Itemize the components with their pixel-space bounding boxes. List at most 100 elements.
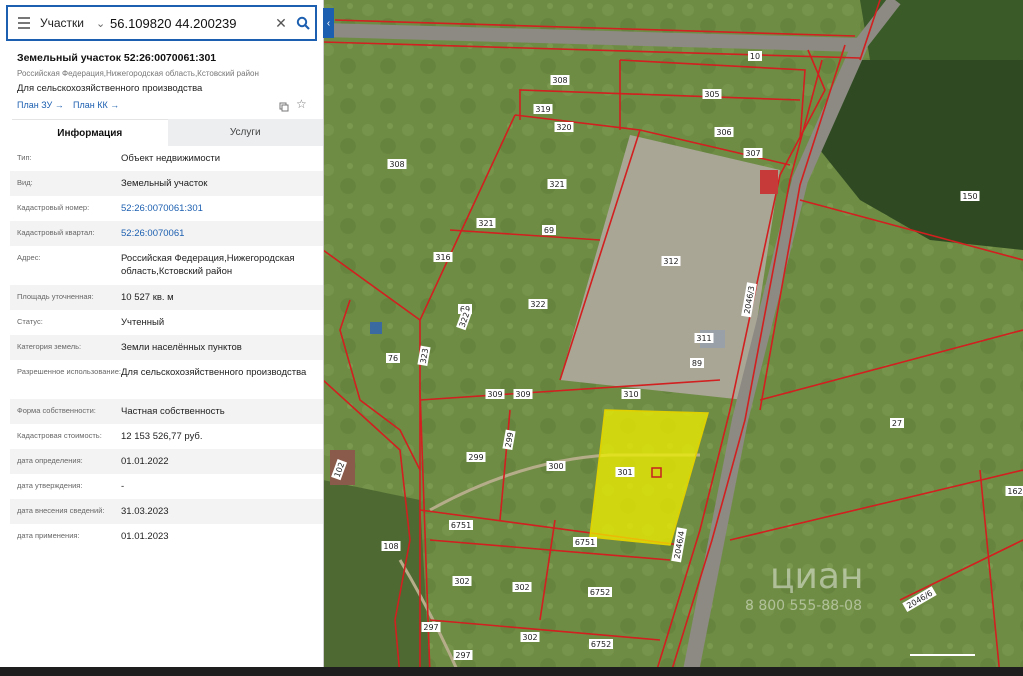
svg-text:297: 297	[455, 651, 470, 660]
row-value[interactable]: 52:26:0070061:301	[121, 196, 323, 221]
svg-text:310: 310	[623, 390, 638, 399]
row-value: 31.03.2023	[121, 506, 169, 517]
parcel-number-label[interactable]: 302	[520, 632, 540, 642]
parcel-number-label[interactable]: 310	[621, 389, 641, 399]
row-value: -	[121, 481, 125, 492]
row-label: дата внесения сведений:	[17, 506, 105, 515]
row-label: Тип:	[17, 153, 32, 162]
search-icon[interactable]	[291, 16, 315, 30]
parcel-number-label[interactable]: 321	[547, 179, 567, 189]
svg-text:299: 299	[468, 453, 483, 462]
row-value: Российская Федерация,Нижегородская облас…	[121, 253, 295, 277]
svg-text:319: 319	[535, 105, 550, 114]
parcel-number-label[interactable]: 320	[554, 122, 574, 132]
menu-icon[interactable]	[8, 17, 40, 29]
svg-text:76: 76	[388, 354, 398, 363]
parcel-number-label[interactable]: 299	[466, 452, 486, 462]
parcel-number-label[interactable]: 150	[960, 191, 980, 201]
svg-text:301: 301	[617, 468, 632, 477]
parcel-number-label[interactable]: 307	[743, 148, 763, 158]
parcel-address: Российская Федерация,Нижегородская облас…	[17, 69, 259, 78]
parcel-number-label[interactable]: 321	[476, 218, 496, 228]
svg-text:309: 309	[487, 390, 502, 399]
parcel-number-label[interactable]: 305	[702, 89, 722, 99]
parcel-number-label[interactable]: 302	[512, 582, 532, 592]
parcel-number-label[interactable]: 302	[452, 576, 472, 586]
svg-text:6752: 6752	[590, 588, 610, 597]
svg-text:69: 69	[544, 226, 554, 235]
parcel-number-label[interactable]: 308	[387, 159, 407, 169]
row-label: Статус:	[17, 317, 43, 326]
parcel-number-label[interactable]: 316	[433, 252, 453, 262]
parcel-number-label[interactable]: 319	[533, 104, 553, 114]
search-input[interactable]: 56.109820 44.200239	[110, 16, 271, 31]
parcel-number-label[interactable]: 6751	[573, 537, 597, 547]
parcel-number-label[interactable]: 297	[421, 622, 441, 632]
parcel-number-label[interactable]: 312	[661, 256, 681, 266]
row-label: дата утверждения:	[17, 481, 83, 490]
plan-zu-link[interactable]: План ЗУ →	[17, 100, 64, 110]
parcel-number-label[interactable]: 297	[453, 650, 473, 660]
parcel-number-label[interactable]: 6751	[449, 520, 473, 530]
building	[370, 322, 382, 334]
table-row: Вид: Земельный участок	[10, 171, 323, 196]
parcel-number-label[interactable]: 108	[381, 541, 401, 551]
parcel-number-label[interactable]: 27	[890, 418, 904, 428]
table-row: Форма собственности: Частная собственност…	[10, 399, 323, 424]
close-icon[interactable]: ✕	[271, 15, 291, 32]
row-value: Частная собственность	[121, 406, 225, 417]
row-label: Кадастровый квартал:	[17, 228, 95, 237]
row-label: Кадастровый номер:	[17, 203, 90, 212]
svg-text:305: 305	[704, 90, 719, 99]
svg-text:311: 311	[696, 334, 711, 343]
attribute-table: Тип: Объект недвижимости Вид: Земельный уча…	[10, 146, 323, 549]
table-row: Площадь уточненная: 10 527 кв. м	[10, 285, 323, 310]
chevron-down-icon[interactable]: ⌄	[96, 17, 110, 30]
info-panel: Участки ⌄ 56.109820 44.200239 ✕ Земельны…	[0, 0, 324, 667]
row-label: Категория земель:	[17, 342, 82, 351]
row-value: 01.01.2023	[121, 531, 169, 542]
row-label: дата применения:	[17, 531, 80, 540]
tab-info[interactable]: Информация	[12, 119, 168, 146]
parcel-number-label[interactable]: 69	[542, 225, 556, 235]
svg-text:302: 302	[514, 583, 529, 592]
table-row: Тип: Объект недвижимости	[10, 146, 323, 171]
row-label: Разрешенное использование:	[17, 367, 121, 376]
parcel-number-label[interactable]: 89	[690, 358, 704, 368]
svg-text:150: 150	[962, 192, 977, 201]
svg-text:302: 302	[522, 633, 537, 642]
parcel-number-label[interactable]: 322	[528, 299, 548, 309]
parcel-number-label[interactable]: 311	[694, 333, 714, 343]
parcel-number-label[interactable]: 306	[714, 127, 734, 137]
tab-services[interactable]: Услуги	[167, 119, 323, 146]
copy-icon[interactable]	[279, 99, 289, 112]
plan-kk-link[interactable]: План КК →	[73, 100, 119, 110]
parcel-number-label[interactable]: 308	[550, 75, 570, 85]
search-bar: Участки ⌄ 56.109820 44.200239 ✕	[6, 5, 317, 41]
parcel-number-label[interactable]: 300	[546, 461, 566, 471]
svg-text:321: 321	[478, 219, 493, 228]
row-label: Форма собственности:	[17, 406, 96, 415]
parcel-number-label[interactable]: 10	[748, 51, 762, 61]
watermark: циан	[770, 556, 864, 597]
star-icon[interactable]: ☆	[296, 97, 307, 111]
row-label: Адрес:	[17, 253, 41, 262]
parcel-number-label[interactable]: 309	[513, 389, 533, 399]
svg-text:312: 312	[663, 257, 678, 266]
svg-text:307: 307	[745, 149, 760, 158]
row-value[interactable]: 52:26:0070061	[121, 221, 323, 246]
parcel-number-label[interactable]: 6752	[589, 639, 613, 649]
layer-select[interactable]: Участки	[40, 16, 96, 30]
svg-text:321: 321	[549, 180, 564, 189]
svg-text:27: 27	[892, 419, 902, 428]
parcel-number-label[interactable]: 76	[386, 353, 400, 363]
parcel-number-label[interactable]: 6752	[588, 587, 612, 597]
svg-text:108: 108	[383, 542, 398, 551]
taskbar	[0, 667, 1023, 676]
svg-text:300: 300	[548, 462, 563, 471]
parcel-number-label[interactable]: 301	[615, 467, 635, 477]
collapse-panel-button[interactable]: ‹	[323, 8, 334, 38]
parcel-number-label[interactable]: 309	[485, 389, 505, 399]
svg-text:308: 308	[552, 76, 567, 85]
parcel-number-label[interactable]: 162	[1005, 486, 1023, 496]
